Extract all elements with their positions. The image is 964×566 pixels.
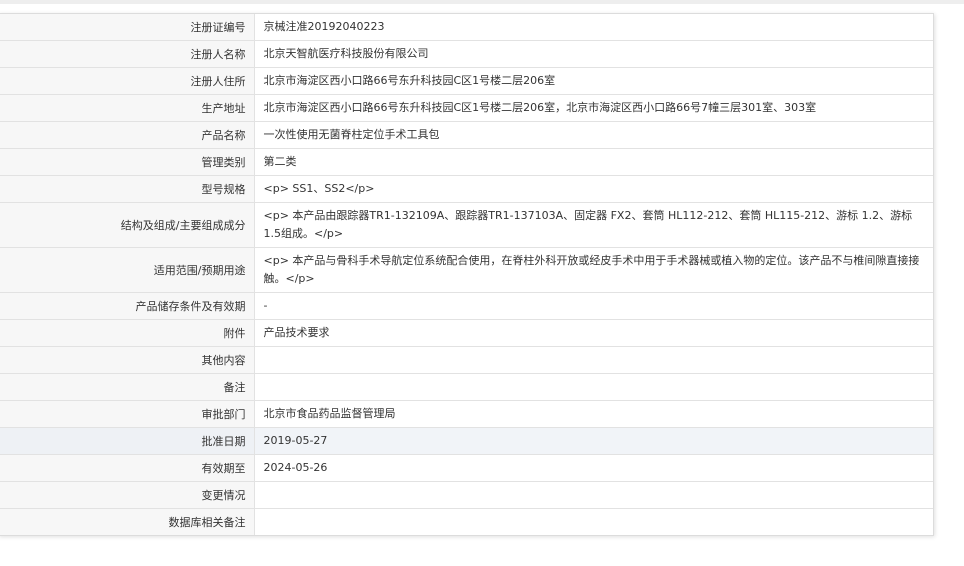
table-row: 注册人住所 北京市海淀区西小口路66号东升科技园C区1号楼二层206室 — [0, 67, 933, 95]
table-row: 有效期至 2024-05-26 — [0, 454, 933, 482]
table-row: 附件 产品技术要求 — [0, 319, 933, 347]
field-value: 2019-05-27 — [254, 427, 933, 455]
field-value: 北京市海淀区西小口路66号东升科技园C区1号楼二层206室，北京市海淀区西小口路… — [254, 94, 933, 122]
table-row: 其他内容 — [0, 346, 933, 374]
table-row: 数据库相关备注 — [0, 508, 933, 536]
field-label: 生产地址 — [0, 94, 255, 122]
field-label: 注册人住所 — [0, 67, 255, 95]
field-label: 产品名称 — [0, 121, 255, 149]
table-row: 变更情况 — [0, 481, 933, 509]
field-value: <p> 本产品由跟踪器TR1-132109A、跟踪器TR1-137103A、固定… — [254, 202, 933, 248]
detail-table-body: 注册证编号 京械注准20192040223 注册人名称 北京天智航医疗科技股份有限公司… — [0, 14, 933, 535]
field-label: 审批部门 — [0, 400, 255, 428]
table-row: 结构及组成/主要组成成分 <p> 本产品由跟踪器TR1-132109A、跟踪器TR… — [0, 202, 933, 248]
field-value — [254, 509, 933, 536]
field-value — [254, 373, 933, 401]
field-value — [254, 481, 933, 509]
detail-table: 注册证编号 京械注准20192040223 注册人名称 北京天智航医疗科技股份有限公司… — [0, 14, 933, 535]
field-label: 数据库相关备注 — [0, 508, 255, 535]
field-value: 第二类 — [254, 148, 933, 176]
field-value: <p> 本产品与骨科手术导航定位系统配合使用，在脊柱外科开放或经皮手术中用于手术… — [254, 247, 933, 293]
table-row: 备注 — [0, 373, 933, 401]
field-value: 产品技术要求 — [254, 319, 933, 347]
field-value: 2024-05-26 — [254, 454, 933, 482]
field-value: 北京市海淀区西小口路66号东升科技园C区1号楼二层206室 — [254, 67, 933, 95]
detail-card: 注册证编号 京械注准20192040223 注册人名称 北京天智航医疗科技股份有限公司… — [0, 13, 934, 536]
table-row: 审批部门 北京市食品药品监督管理局 — [0, 400, 933, 428]
table-row: 产品储存条件及有效期 - — [0, 292, 933, 320]
top-bar — [0, 0, 964, 4]
table-row: 批准日期 2019-05-27 — [0, 427, 933, 455]
table-row: 型号规格 <p> SS1、SS2</p> — [0, 175, 933, 203]
table-row: 生产地址 北京市海淀区西小口路66号东升科技园C区1号楼二层206室，北京市海淀区… — [0, 94, 933, 122]
field-label: 注册证编号 — [0, 14, 255, 41]
field-label: 附件 — [0, 319, 255, 347]
field-value: 北京市食品药品监督管理局 — [254, 400, 933, 428]
field-label: 有效期至 — [0, 454, 255, 482]
field-label: 结构及组成/主要组成成分 — [0, 202, 255, 248]
field-value — [254, 346, 933, 374]
field-value: 京械注准20192040223 — [254, 14, 933, 41]
field-label: 产品储存条件及有效期 — [0, 292, 255, 320]
table-row: 适用范围/预期用途 <p> 本产品与骨科手术导航定位系统配合使用，在脊柱外科开放或… — [0, 247, 933, 293]
field-label: 其他内容 — [0, 346, 255, 374]
table-row: 注册人名称 北京天智航医疗科技股份有限公司 — [0, 40, 933, 68]
table-row: 产品名称 一次性使用无菌脊柱定位手术工具包 — [0, 121, 933, 149]
field-label: 批准日期 — [0, 427, 255, 455]
field-label: 型号规格 — [0, 175, 255, 203]
field-value: - — [254, 292, 933, 320]
table-row: 管理类别 第二类 — [0, 148, 933, 176]
field-value: 一次性使用无菌脊柱定位手术工具包 — [254, 121, 933, 149]
field-value: <p> SS1、SS2</p> — [254, 175, 933, 203]
field-label: 变更情况 — [0, 481, 255, 509]
table-row: 注册证编号 京械注准20192040223 — [0, 14, 933, 41]
field-label: 适用范围/预期用途 — [0, 247, 255, 293]
field-label: 管理类别 — [0, 148, 255, 176]
field-label: 注册人名称 — [0, 40, 255, 68]
field-label: 备注 — [0, 373, 255, 401]
field-value: 北京天智航医疗科技股份有限公司 — [254, 40, 933, 68]
